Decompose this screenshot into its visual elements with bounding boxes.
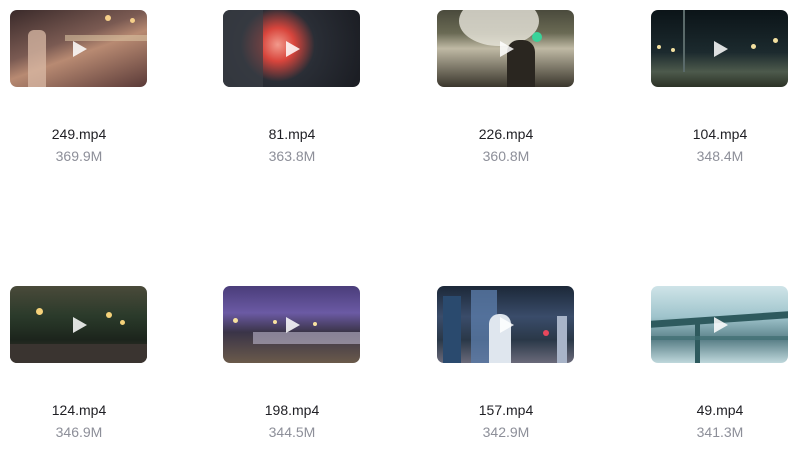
- video-tile[interactable]: 124.mp4 346.9M: [0, 286, 169, 446]
- video-tile[interactable]: 104.mp4 348.4M: [630, 10, 800, 170]
- play-icon: [496, 39, 516, 59]
- video-tile[interactable]: 226.mp4 360.8M: [416, 10, 596, 170]
- play-icon: [710, 39, 730, 59]
- video-thumbnail[interactable]: [437, 10, 574, 87]
- file-size: 342.9M: [482, 424, 530, 440]
- file-name: 198.mp4: [264, 402, 320, 418]
- play-icon: [496, 315, 516, 335]
- file-size: 346.9M: [55, 424, 103, 440]
- file-size: 360.8M: [482, 148, 530, 164]
- file-size: 341.3M: [696, 424, 744, 440]
- file-name: 157.mp4: [478, 402, 534, 418]
- video-thumbnail[interactable]: [651, 286, 788, 363]
- video-thumbnail[interactable]: [437, 286, 574, 363]
- file-size: 369.9M: [55, 148, 103, 164]
- video-tile[interactable]: 198.mp4 344.5M: [202, 286, 382, 446]
- video-tile[interactable]: 249.mp4 369.9M: [0, 10, 169, 170]
- file-size: 363.8M: [268, 148, 316, 164]
- play-icon: [69, 315, 89, 335]
- video-thumbnail[interactable]: [10, 10, 147, 87]
- file-name: 249.mp4: [51, 126, 107, 142]
- video-thumbnail[interactable]: [10, 286, 147, 363]
- video-thumbnail[interactable]: [223, 10, 360, 87]
- file-name: 81.mp4: [268, 126, 316, 142]
- video-tile[interactable]: 81.mp4 363.8M: [202, 10, 382, 170]
- file-size: 348.4M: [696, 148, 744, 164]
- file-name: 226.mp4: [478, 126, 534, 142]
- video-grid: 249.mp4 369.9M 81.mp4 363.8M 226.mp4 360…: [0, 0, 800, 458]
- video-thumbnail[interactable]: [651, 10, 788, 87]
- file-name: 49.mp4: [696, 402, 744, 418]
- video-tile[interactable]: 157.mp4 342.9M: [416, 286, 596, 446]
- file-size: 344.5M: [268, 424, 316, 440]
- video-tile[interactable]: 49.mp4 341.3M: [630, 286, 800, 446]
- video-thumbnail[interactable]: [223, 286, 360, 363]
- play-icon: [282, 39, 302, 59]
- file-name: 104.mp4: [692, 126, 748, 142]
- play-icon: [69, 39, 89, 59]
- play-icon: [282, 315, 302, 335]
- play-icon: [710, 315, 730, 335]
- file-name: 124.mp4: [51, 402, 107, 418]
